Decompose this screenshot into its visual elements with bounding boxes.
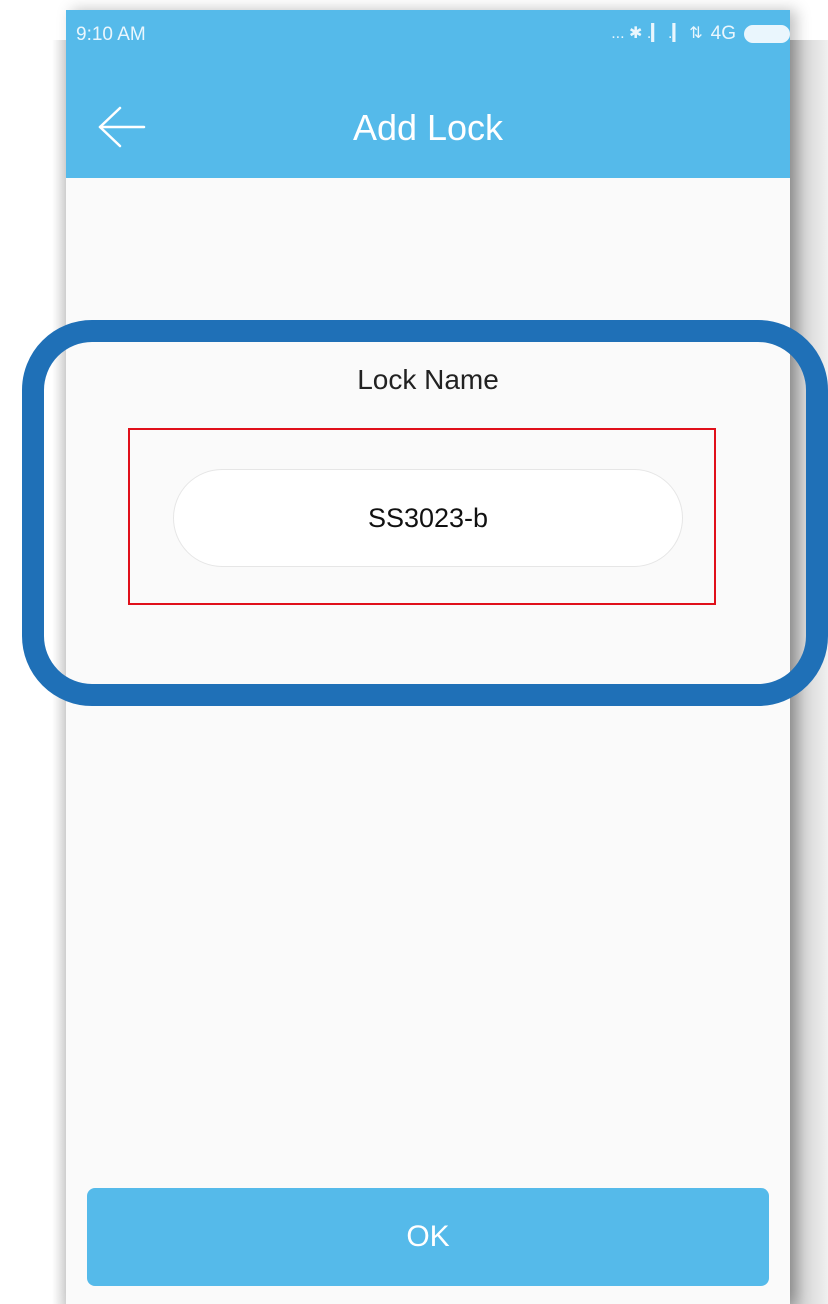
network-type: 4G bbox=[710, 23, 736, 44]
phone-shadow-right bbox=[790, 40, 828, 1304]
app-bar: 9:10 AM ... ✱ .▎ .▎ ⇅ 4G Add Lock bbox=[66, 10, 790, 178]
ok-button[interactable]: OK bbox=[87, 1188, 769, 1286]
lock-name-input[interactable] bbox=[173, 469, 683, 567]
battery-icon bbox=[744, 25, 790, 43]
signal-icons: ... ✱ .▎ .▎ ⇅ bbox=[611, 25, 703, 42]
lock-name-label: Lock Name bbox=[357, 364, 499, 395]
status-indicators: ... ✱ .▎ .▎ ⇅ 4G bbox=[611, 22, 790, 46]
page-title: Add Lock bbox=[352, 107, 504, 148]
screenshot-canvas: 9:10 AM ... ✱ .▎ .▎ ⇅ 4G Add Lock OK Loc… bbox=[0, 0, 828, 1304]
phone-shadow-left bbox=[52, 40, 66, 1304]
status-time: 9:10 AM bbox=[76, 24, 146, 45]
phone-screen: 9:10 AM ... ✱ .▎ .▎ ⇅ 4G Add Lock OK bbox=[66, 10, 790, 1304]
status-bar: 9:10 AM ... ✱ .▎ .▎ ⇅ 4G bbox=[66, 10, 790, 62]
